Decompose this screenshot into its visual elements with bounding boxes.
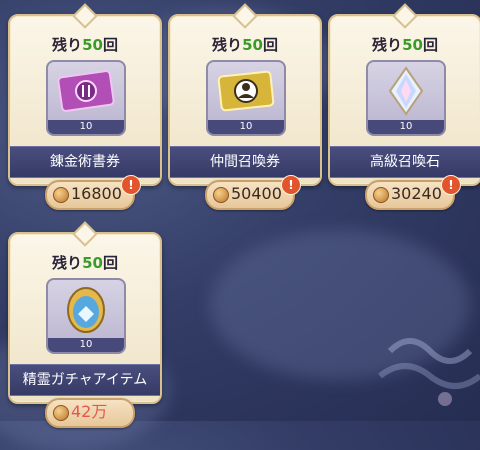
item-quantity: 10 <box>48 120 124 134</box>
alert-badge-icon: ! <box>121 175 141 195</box>
coin-icon <box>53 187 69 203</box>
price-value: 42万 <box>71 402 108 421</box>
shop-card-spirit-gacha[interactable]: 残り50回 10 精霊ガチャアイテム 42万 <box>8 232 162 428</box>
ally-ticket-icon <box>217 70 275 112</box>
remaining-count: 残り50回 <box>212 36 278 54</box>
item-name: 仲間召喚券 <box>170 146 320 178</box>
price-value: 50400 <box>231 184 282 203</box>
spirit-egg-icon <box>67 287 105 333</box>
remaining-count: 残り50回 <box>372 36 438 54</box>
price-value: 16800 <box>71 184 122 203</box>
item-slot: 10 <box>46 278 126 354</box>
price-button[interactable]: 16800 ! <box>45 175 141 210</box>
alchemy-ticket-icon <box>57 70 115 112</box>
coin-icon <box>53 405 69 421</box>
shop-card-ally-ticket[interactable]: 残り50回 10 仲間召喚券 50400 ! <box>168 14 322 210</box>
coin-icon <box>373 187 389 203</box>
alert-badge-icon: ! <box>281 175 301 195</box>
item-name: 錬金術書券 <box>10 146 160 178</box>
item-name: 精霊ガチャアイテム <box>10 364 160 396</box>
alert-badge-icon: ! <box>441 175 461 195</box>
remaining-count: 残り50回 <box>52 36 118 54</box>
price-button[interactable]: 50400 ! <box>205 175 301 210</box>
crystal-icon <box>388 66 424 116</box>
item-slot: 10 <box>366 60 446 136</box>
item-quantity: 10 <box>208 120 284 134</box>
item-slot: 10 <box>206 60 286 136</box>
remaining-count: 残り50回 <box>52 254 118 272</box>
price-value: 30240 <box>391 184 442 203</box>
price-button[interactable]: 42万 <box>45 398 135 428</box>
price-button[interactable]: 30240 ! <box>365 175 461 210</box>
item-quantity: 10 <box>368 120 444 134</box>
coin-icon <box>213 187 229 203</box>
background-cloud-ornament <box>378 338 480 406</box>
item-slot: 10 <box>46 60 126 136</box>
item-name: 高級召喚石 <box>330 146 480 178</box>
shop-card-alchemy-ticket[interactable]: 残り50回 10 錬金術書券 16800 ! <box>8 14 162 210</box>
shop-card-summon-stone[interactable]: 残り50回 10 高級召喚石 30240 ! <box>328 14 480 210</box>
item-quantity: 10 <box>48 338 124 352</box>
